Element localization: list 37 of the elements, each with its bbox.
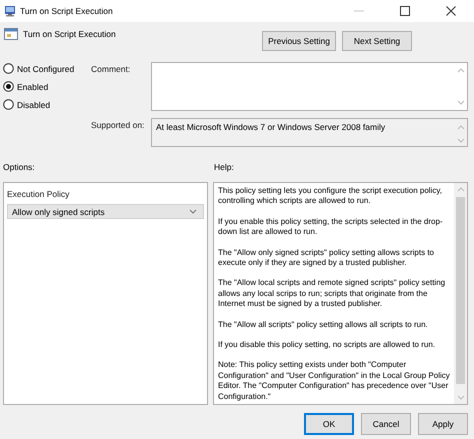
ok-button[interactable]: OK — [304, 413, 354, 435]
supported-on-label: Supported on: — [91, 118, 146, 132]
help-paragraph: The "Allow all scripts" policy setting allows all scripts to run. — [218, 320, 429, 330]
policy-label: Execution Policy — [7, 189, 70, 199]
maximize-icon — [400, 6, 410, 16]
window-title: Turn on Script Execution — [20, 6, 113, 16]
help-paragraph: Note: This policy setting exists under both "Computer Configuration" and "User Configuration" in the Local Group Policy Editor. The "Computer Configuration" has precedence over "User Configuration." — [218, 360, 450, 402]
policy-dropdown[interactable]: Allow only signed scripts — [7, 204, 204, 219]
state-radio[interactable]: Disabled — [3, 99, 91, 110]
options-label: Options: — [3, 162, 36, 172]
close-icon — [446, 6, 456, 16]
help-paragraph: This policy setting lets you configure the script execution policy, controlling which scripts are allowed to run. — [218, 186, 443, 207]
state-radio[interactable]: Enabled — [3, 81, 91, 92]
scroll-up-icon — [457, 124, 465, 130]
help-label: Help: — [214, 162, 234, 172]
scroll-down-icon — [456, 394, 464, 401]
help-paragraph: If you disable this policy setting, no scripts are allowed to run. — [218, 340, 436, 350]
help-paragraph: The "Allow only signed scripts" policy setting allows scripts to execute only if they are signed by a trusted publisher. — [218, 248, 435, 268]
help-paragraph: If you enable this policy setting, the scripts selected in the drop-down list are allowed to run. — [218, 216, 444, 238]
app-icon — [4, 5, 16, 17]
state-radio[interactable]: Not Configured — [3, 63, 91, 74]
scroll-down-icon — [457, 99, 465, 106]
previous-setting-button[interactable]: Previous Setting — [262, 31, 336, 51]
comment-field[interactable] — [151, 62, 468, 111]
supported-on-text: At least Microsoft Windows 7 or Windows Server 2008 family — [156, 122, 386, 134]
next-setting-button[interactable]: Next Setting — [342, 31, 412, 51]
cancel-button[interactable]: Cancel — [361, 413, 411, 435]
setting-title: Turn on Script Execution — [23, 29, 116, 39]
help-paragraph: The "Allow local scripts and remote signed scripts" policy setting allows any local scrips to run; scripts that originate from the Internet must be signed by a trusted publisher. — [218, 278, 446, 310]
scroll-up-icon — [456, 186, 464, 193]
apply-button[interactable]: Apply — [418, 413, 468, 435]
scroll-down-icon — [457, 136, 465, 144]
policy-icon — [4, 27, 18, 41]
chevron-down-icon — [189, 208, 197, 215]
scrollbar[interactable] — [454, 183, 467, 404]
comment-label: Comment: — [91, 63, 132, 76]
scroll-up-icon — [457, 67, 465, 74]
